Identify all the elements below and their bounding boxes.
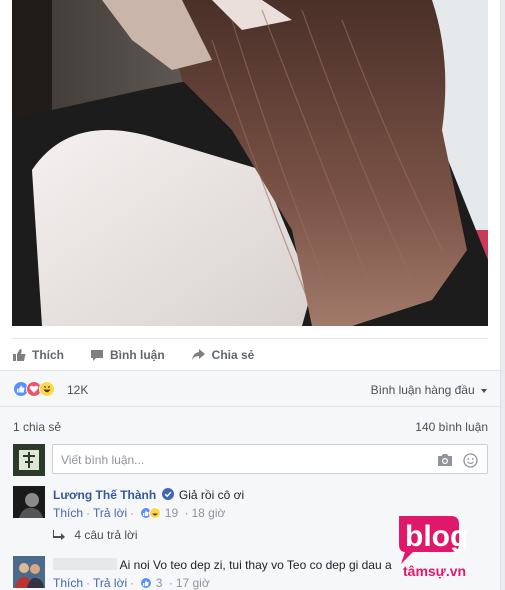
share-label: Chia sẻ <box>211 348 255 362</box>
like-label: Thích <box>32 348 64 362</box>
post-card: Thích Bình luận Chia sẻ 12K Bình luận hà… <box>0 0 501 590</box>
reaction-icons[interactable] <box>13 381 55 397</box>
avatar-image <box>13 556 45 588</box>
comment-reply-link[interactable]: Trả lời <box>93 576 127 590</box>
comment-sort-dropdown[interactable]: Bình luận hàng đầu <box>371 383 488 397</box>
emoji-icon[interactable] <box>463 453 478 468</box>
haha-reaction-icon <box>149 507 162 519</box>
photo-image <box>12 0 488 326</box>
comment-time[interactable]: 17 giờ <box>176 576 210 590</box>
comment-like-link[interactable]: Thích <box>53 576 83 590</box>
comment-reply-link[interactable]: Trả lời <box>93 506 127 520</box>
commenter-avatar[interactable] <box>13 556 45 588</box>
share-button[interactable]: Chia sẻ <box>191 348 255 362</box>
comment-text: Ai noi Vo teo dep zi, tui thay vo Teo co… <box>119 558 392 572</box>
comment-input[interactable] <box>59 452 423 468</box>
comment-author[interactable]: Lương Thế Thành <box>53 488 156 502</box>
comment-body: Ai noi Vo teo dep zi, tui thay vo Teo co… <box>53 558 392 572</box>
reaction-count[interactable]: 12K <box>67 383 88 397</box>
sort-label: Bình luận hàng đầu <box>370 383 475 397</box>
comment-reaction-count: 3 <box>155 576 163 590</box>
avatar-image <box>13 444 45 476</box>
replies-count: 4 câu trả lời <box>74 528 138 542</box>
watermark-sub-text: tâmsự.vn <box>403 563 466 579</box>
post-stats: 1 chia sẻ 140 bình luận <box>0 406 500 443</box>
comment-time[interactable]: 18 giờ <box>192 506 226 520</box>
thumbs-up-icon <box>13 349 26 361</box>
caret-down-icon <box>481 388 487 393</box>
comment-icon <box>91 350 103 361</box>
current-user-avatar[interactable] <box>13 444 45 476</box>
comment-reactions[interactable]: 19 <box>140 506 181 520</box>
reactions-summary: 12K Bình luận hàng đầu <box>0 370 500 407</box>
comment-count[interactable]: 140 bình luận <box>415 420 488 434</box>
camera-icon[interactable] <box>437 453 453 467</box>
verified-badge-icon <box>161 488 174 500</box>
share-count[interactable]: 1 chia sẻ <box>13 420 61 434</box>
watermark-logo: blog tâmsự.vn <box>399 516 468 579</box>
haha-reaction-icon <box>39 381 55 397</box>
post-action-bar: Thích Bình luận Chia sẻ <box>12 338 488 371</box>
like-button[interactable]: Thích <box>12 348 64 362</box>
watermark-main-text: blog <box>405 520 468 553</box>
commenter-avatar[interactable] <box>13 486 45 518</box>
comment-button[interactable]: Bình luận <box>90 348 165 362</box>
comment-text: Giả rồi cô ơi <box>178 488 245 502</box>
comment-label: Bình luận <box>110 348 165 362</box>
comment-meta: Thích · Trả lời · 19 · 18 giờ <box>53 506 226 520</box>
share-arrow-icon <box>191 349 205 360</box>
post-photo[interactable] <box>12 0 488 326</box>
like-reaction-icon <box>140 577 153 589</box>
comment-body: Lương Thế Thành Giả rồi cô ơi <box>53 488 244 502</box>
comment-like-link[interactable]: Thích <box>53 506 83 520</box>
avatar-image <box>13 486 45 518</box>
view-replies-link[interactable]: 4 câu trả lời <box>53 528 138 542</box>
comment-meta: Thích · Trả lời · 3 · 17 giờ <box>53 576 210 590</box>
blog-tamsu-watermark: blog tâmsự.vn <box>393 510 495 582</box>
reply-arrow-icon <box>53 530 65 540</box>
comment-composer <box>52 444 488 474</box>
comment-reactions[interactable]: 3 <box>140 576 165 590</box>
comment-author-blurred[interactable] <box>53 558 117 570</box>
comment-reaction-count: 19 <box>164 506 179 520</box>
